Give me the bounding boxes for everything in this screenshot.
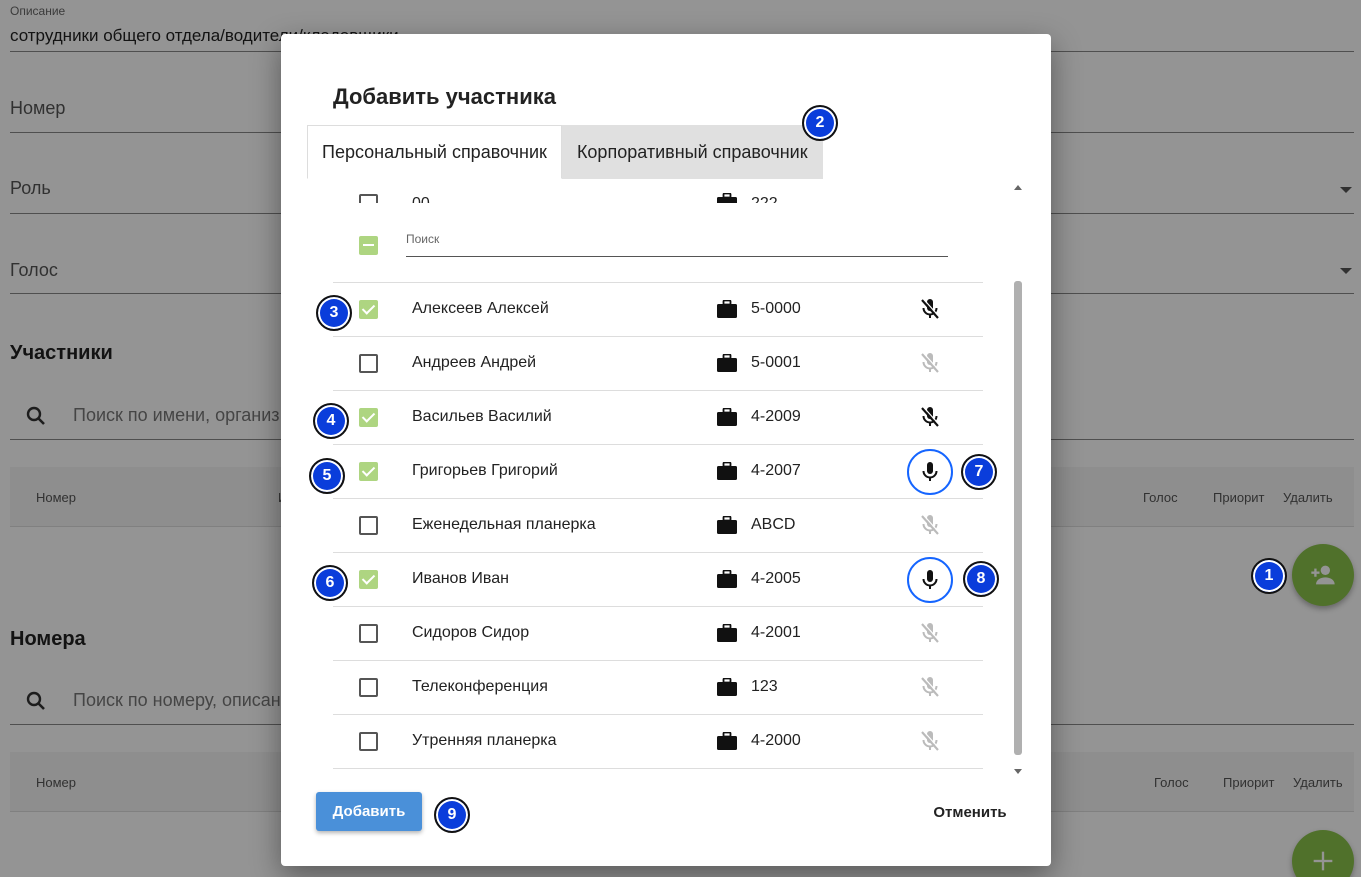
scroll-up-arrow-icon[interactable] <box>1014 185 1022 190</box>
checkbox[interactable] <box>359 354 378 373</box>
add-button[interactable]: Добавить <box>316 792 422 831</box>
contact-number: 4-2005 <box>751 570 801 587</box>
checkbox-checked[interactable] <box>359 300 378 319</box>
checkbox[interactable] <box>359 194 378 203</box>
annotation-badge: 5 <box>309 458 345 494</box>
contact-name: Утренняя планерка <box>412 732 557 749</box>
list-scrollbar[interactable] <box>1012 179 1026 779</box>
contact-number: ABCD <box>751 516 796 533</box>
list-search-input[interactable] <box>406 256 948 257</box>
checkbox[interactable] <box>359 624 378 643</box>
contact-number: 4-2007 <box>751 462 801 479</box>
annotation-badge: 1 <box>1251 558 1287 594</box>
tab-personal-directory[interactable]: Персональный справочник <box>307 125 562 179</box>
contact-name: 00 <box>412 195 430 203</box>
contact-number: 5-0000 <box>751 300 801 317</box>
annotation-badge: 7 <box>961 454 997 490</box>
checkbox-checked[interactable] <box>359 408 378 427</box>
checkbox[interactable] <box>359 732 378 751</box>
briefcase-icon <box>717 516 737 534</box>
list-item[interactable]: Утренняя планерка 4-2000 <box>333 715 983 769</box>
list-search-row: Поиск <box>333 205 983 283</box>
contact-name: Андреев Андрей <box>412 354 537 371</box>
contact-name: Иванов Иван <box>412 570 509 587</box>
briefcase-icon <box>717 624 737 642</box>
contact-name: Телеконференция <box>412 678 548 695</box>
list-item[interactable]: Васильев Василий 4-2009 <box>333 391 983 445</box>
mic-toggle-button[interactable] <box>907 449 953 495</box>
checkbox[interactable] <box>359 516 378 535</box>
mic-off-icon[interactable] <box>918 729 942 753</box>
contact-name: Сидоров Сидор <box>412 624 530 641</box>
contact-name: Еженедельная планерка <box>412 516 596 533</box>
scroll-down-arrow-icon[interactable] <box>1014 769 1022 774</box>
list-search-label: Поиск <box>406 232 440 246</box>
briefcase-icon <box>717 354 737 372</box>
contact-number: 5-0001 <box>751 354 801 371</box>
checkbox[interactable] <box>359 678 378 697</box>
contact-name: Васильев Василий <box>412 408 552 425</box>
contact-name: Алексеев Алексей <box>412 300 549 317</box>
mic-off-icon[interactable] <box>918 297 942 321</box>
mic-icon <box>922 462 938 481</box>
select-all-checkbox[interactable] <box>359 236 378 255</box>
list-item[interactable]: Алексеев Алексей 5-0000 <box>333 283 983 337</box>
mic-toggle-button[interactable] <box>907 557 953 603</box>
mic-off-icon[interactable] <box>918 351 942 375</box>
dialog-title: Добавить участника <box>333 84 556 109</box>
list-item[interactable]: Еженедельная планерка ABCD <box>333 499 983 553</box>
tab-corporate-directory[interactable]: Корпоративный справочник <box>561 125 823 179</box>
briefcase-icon <box>717 408 737 426</box>
contact-number: 123 <box>751 678 778 695</box>
annotation-badge: 8 <box>963 561 999 597</box>
scrollbar-thumb[interactable] <box>1014 281 1022 755</box>
mic-off-icon[interactable] <box>918 675 942 699</box>
briefcase-icon <box>717 570 737 588</box>
list-item[interactable]: Сидоров Сидор 4-2001 <box>333 607 983 661</box>
contact-number: 4-2000 <box>751 732 801 749</box>
mic-off-icon[interactable] <box>918 621 942 645</box>
contact-number: 4-2009 <box>751 408 801 425</box>
contact-number: 4-2001 <box>751 624 801 641</box>
contact-number: 222 <box>751 195 778 203</box>
list-item[interactable]: Григорьев Григорий 4-2007 <box>333 445 983 499</box>
mic-icon <box>922 570 938 589</box>
annotation-badge: 6 <box>312 565 348 601</box>
annotation-badge: 3 <box>316 295 352 331</box>
list-item[interactable]: Андреев Андрей 5-0001 <box>333 337 983 391</box>
briefcase-icon <box>717 193 737 203</box>
annotation-badge: 4 <box>313 403 349 439</box>
list-item[interactable]: Телеконференция 123 <box>333 661 983 715</box>
briefcase-icon <box>717 300 737 318</box>
contact-name: Григорьев Григорий <box>412 462 558 479</box>
mic-off-icon[interactable] <box>918 513 942 537</box>
add-participant-dialog: Добавить участника Персональный справочн… <box>281 34 1051 866</box>
cancel-button[interactable]: Отменить <box>925 799 1015 825</box>
briefcase-icon <box>717 462 737 480</box>
list-item[interactable]: 00 222 <box>333 189 983 203</box>
list-item[interactable]: Иванов Иван 4-2005 <box>333 553 983 607</box>
checkbox-checked[interactable] <box>359 462 378 481</box>
briefcase-icon <box>717 678 737 696</box>
briefcase-icon <box>717 732 737 750</box>
mic-off-icon[interactable] <box>918 405 942 429</box>
checkbox-checked[interactable] <box>359 570 378 589</box>
directory-tabs: Персональный справочник Корпоративный сп… <box>307 125 823 179</box>
annotation-badge: 9 <box>434 797 470 833</box>
contacts-list: 00 222 Поиск Алексеев Алексей 5-0000 Андре… <box>333 179 1023 777</box>
annotation-badge: 2 <box>802 105 838 141</box>
